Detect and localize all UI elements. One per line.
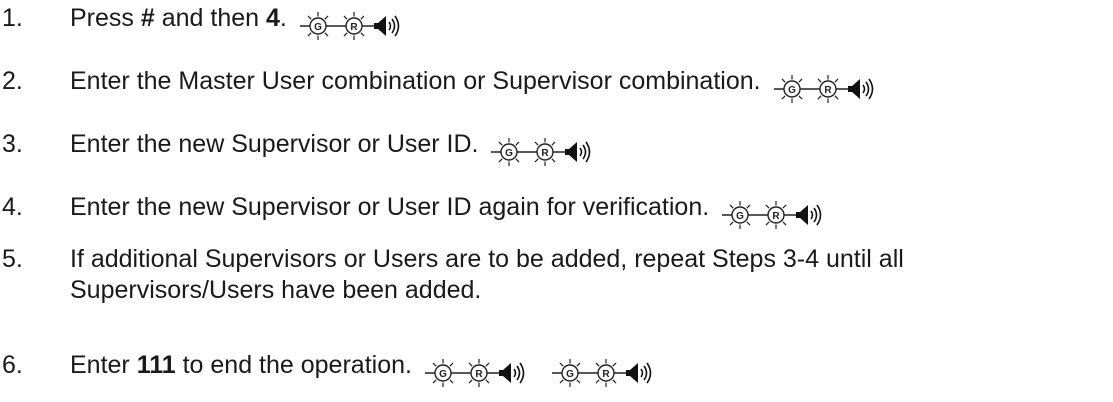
svg-text:G: G [566, 369, 574, 380]
led-beep-sequence-icon: GR [722, 201, 822, 230]
indicator-group: GR [298, 11, 413, 41]
indicator-group: GR [489, 137, 604, 167]
red-led-flash-icon: R [765, 201, 787, 230]
beep-speaker-icon [565, 141, 591, 163]
green-led-flash-icon: G [729, 201, 751, 230]
led-beep-indicators: GR [298, 10, 413, 41]
step-number: 5. [2, 245, 23, 273]
svg-text:G: G [788, 85, 796, 96]
green-led-flash-icon: G [307, 12, 329, 41]
led-beep-sequence-icon: GR [551, 359, 652, 388]
beep-speaker-icon [796, 204, 822, 226]
step-text: Enter the new Supervisor or User ID agai… [70, 192, 1105, 230]
red-led-flash-icon: R [595, 359, 617, 388]
indicator-group: GR [550, 358, 665, 388]
beep-speaker-icon [625, 362, 652, 384]
step-text-part: to end the operation. [175, 351, 412, 379]
green-led-flash-icon: G [781, 75, 803, 104]
svg-text:R: R [773, 211, 781, 222]
led-beep-indicators: GR [489, 136, 604, 167]
step-number: 2. [2, 67, 23, 95]
red-led-flash-icon: R [534, 138, 556, 167]
step-text-part: Press [70, 4, 141, 32]
step-text: Enter the Master User combination or Sup… [70, 66, 1105, 104]
indicator-group: GR [423, 358, 538, 388]
red-led-flash-icon: R [817, 75, 839, 104]
step-text-part: Enter the new Supervisor or User ID agai… [70, 193, 710, 221]
step-number: 6. [2, 351, 23, 379]
step-text-part: Enter [70, 351, 137, 379]
step-number: 3. [2, 130, 23, 158]
step-text: Enter the new Supervisor or User ID. GR [70, 129, 1105, 167]
step-key-bold: 4 [265, 4, 280, 32]
led-beep-sequence-icon: GR [424, 359, 525, 388]
green-led-flash-icon: G [432, 359, 454, 388]
svg-text:G: G [314, 22, 322, 33]
led-beep-indicators: GR [720, 199, 835, 230]
beep-speaker-icon [373, 15, 400, 37]
led-beep-sequence-icon: GR [299, 12, 400, 41]
green-led-flash-icon: G [498, 138, 520, 167]
svg-text:G: G [736, 211, 744, 222]
red-led-flash-icon: R [343, 12, 365, 41]
led-beep-indicators: GR [772, 73, 887, 104]
step-text-part: Enter the Master User combination or Sup… [70, 67, 761, 95]
svg-text:R: R [542, 148, 550, 159]
red-led-flash-icon: R [468, 359, 490, 388]
green-led-flash-icon: G [559, 359, 581, 388]
svg-text:R: R [475, 369, 483, 380]
step-number: 1. [2, 4, 23, 32]
step-text-part: . [279, 4, 287, 32]
svg-text:R: R [350, 22, 358, 33]
led-beep-sequence-icon: GR [773, 75, 873, 104]
step-text-part: Enter the new Supervisor or User ID. [70, 130, 479, 158]
step-key-bold: # [140, 4, 155, 32]
beep-speaker-icon [498, 362, 525, 384]
step-text: Press # and then 4. GR [70, 3, 1105, 41]
svg-text:G: G [506, 148, 514, 159]
step-text: If additional Supervisors or Users are t… [70, 245, 904, 304]
step-text: Enter 111 to end the operation. GRGR [70, 350, 1105, 388]
led-beep-sequence-icon: GR [491, 138, 591, 167]
svg-text:G: G [439, 369, 447, 380]
led-beep-indicators: GRGR [423, 357, 665, 388]
step-number: 4. [2, 193, 23, 221]
indicator-group: GR [720, 200, 835, 230]
indicator-group: GR [772, 74, 887, 104]
beep-speaker-icon [847, 78, 873, 100]
svg-text:R: R [824, 85, 832, 96]
svg-text:R: R [602, 369, 610, 380]
step-key-bold: 111 [136, 351, 176, 379]
step-text-part: and then [154, 4, 266, 32]
